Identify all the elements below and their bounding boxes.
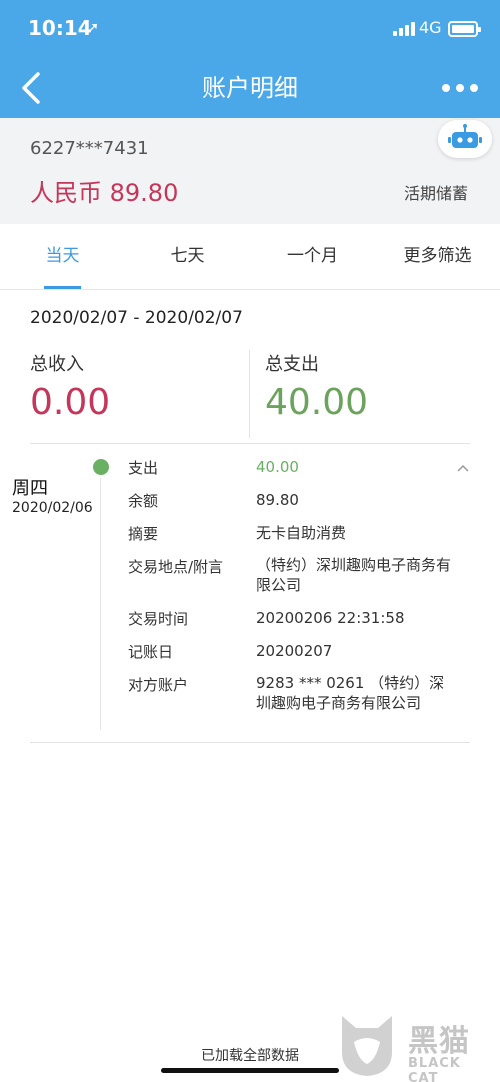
header-bar: 10:14 ➚ 4G 账户明细: [0, 0, 500, 118]
tx-key-expense: 支出: [128, 459, 159, 477]
divider: [30, 742, 470, 743]
income-label: 总收入: [30, 354, 84, 375]
timeline-line: [100, 478, 101, 730]
page-title: 账户明细: [202, 74, 298, 102]
account-type: 活期储蓄: [403, 184, 468, 203]
robot-icon: [448, 124, 482, 148]
status-time: 10:14: [28, 16, 92, 40]
period-tabs: 当天 七天 一个月 更多筛选: [0, 224, 500, 290]
tx-val-balance: 89.80: [256, 491, 299, 509]
account-number: 6227***7431: [30, 138, 149, 159]
expense-label: 总支出: [265, 354, 319, 375]
tab-active-indicator: [44, 286, 81, 289]
expense-value: 40.00: [265, 382, 369, 423]
tx-val-expense: 40.00: [256, 458, 299, 476]
black-cat-logo-icon: [342, 1016, 392, 1076]
account-balance: 人民币 89.80: [30, 179, 179, 207]
watermark-brand: 黑猫: [408, 1024, 470, 1059]
date-range: 2020/02/07 - 2020/02/07: [30, 308, 243, 328]
divider: [30, 443, 470, 444]
battery-icon: [448, 21, 481, 37]
tx-key-posting-date: 记账日: [128, 643, 174, 661]
network-type: 4G: [419, 18, 442, 37]
more-dots-icon: [442, 84, 450, 92]
signal-icon: [393, 22, 415, 36]
tx-key-time: 交易时间: [128, 610, 189, 628]
tab-more-filters[interactable]: 更多筛选: [375, 224, 500, 290]
tx-val-posting-date: 20200207: [256, 642, 333, 660]
tx-val-summary: 无卡自助消费: [256, 524, 347, 542]
tx-key-balance: 余额: [128, 492, 159, 510]
tx-val-location: （特约）深圳趣购电子商务有限公司: [256, 556, 452, 594]
summary-divider: [249, 350, 250, 438]
tab-seven-days[interactable]: 七天: [125, 224, 250, 290]
tx-date: 2020/02/06: [12, 500, 93, 516]
tab-today[interactable]: 当天: [0, 224, 125, 290]
tab-one-month[interactable]: 一个月: [250, 224, 375, 290]
assistant-button[interactable]: [438, 120, 492, 158]
tx-weekday: 周四: [12, 478, 48, 499]
chevron-up-icon[interactable]: [456, 462, 470, 474]
tx-key-summary: 摘要: [128, 525, 159, 543]
account-card: 6227***7431 人民币 89.80 活期储蓄: [0, 118, 500, 224]
income-value: 0.00: [30, 382, 111, 423]
tx-val-time: 20200206 22:31:58: [256, 609, 405, 627]
more-button[interactable]: [440, 76, 480, 100]
status-dot: [93, 459, 109, 475]
tx-val-counterparty: 9283 *** 0261 （特约）深圳趣购电子商务有限公司: [256, 674, 445, 712]
tx-key-counterparty: 对方账户: [128, 676, 189, 694]
status-bar: 10:14 ➚ 4G: [0, 0, 500, 60]
watermark-sub: BLACK CAT: [408, 1056, 461, 1082]
home-indicator[interactable]: [161, 1068, 339, 1073]
location-arrow-icon: ➚: [86, 18, 100, 37]
tx-key-location: 交易地点/附言: [128, 558, 224, 576]
watermark: 黑猫 BLACK CAT: [336, 1012, 496, 1082]
